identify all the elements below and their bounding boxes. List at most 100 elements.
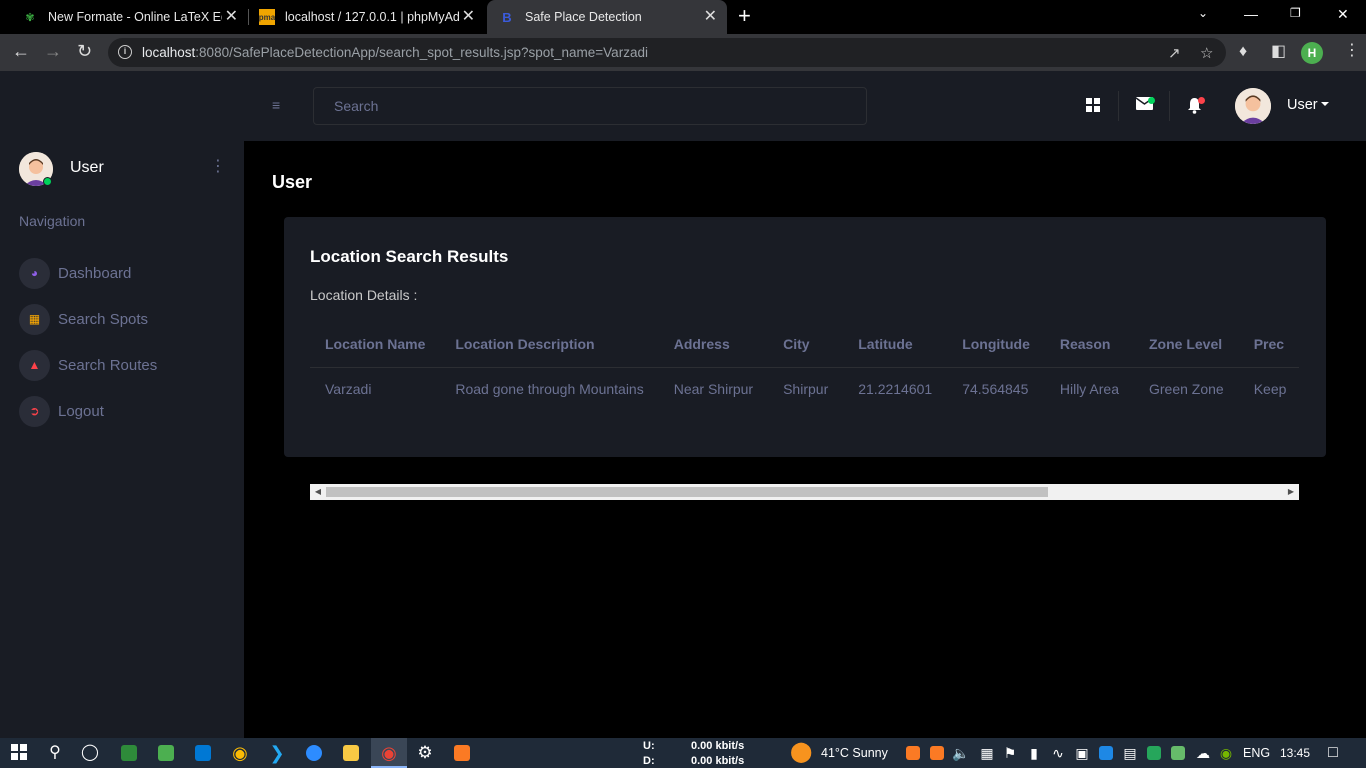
grid-apps-icon[interactable]: [1085, 97, 1101, 117]
column-header: Reason: [1044, 321, 1134, 368]
reload-icon[interactable]: ↻: [77, 41, 92, 61]
table-cell: 74.564845: [962, 380, 1029, 397]
forward-icon[interactable]: →: [44, 41, 62, 61]
scroll-right-icon[interactable]: ▶: [1283, 484, 1299, 500]
windows-start-icon[interactable]: [9, 744, 29, 764]
results-card: Location Search Results Location Details…: [284, 217, 1326, 500]
table-cell: 21.2214601: [858, 380, 933, 397]
results-table: Location Name Location Description Addre…: [310, 321, 1299, 410]
table-cell: Road gone through Mountains: [455, 380, 644, 397]
nvidia-icon[interactable]: ◉: [1216, 744, 1236, 762]
card-description: Location Details :: [310, 287, 418, 303]
page-title: User: [272, 172, 313, 192]
browser-menu-icon[interactable]: ⋮: [1344, 42, 1360, 60]
url-text[interactable]: localhost:8080/SafePlaceDetectionApp/sea…: [142, 45, 648, 60]
volume-icon[interactable]: 🔈: [951, 744, 971, 762]
profile-menu-icon[interactable]: ⋮: [210, 159, 226, 175]
bookmark-star-icon[interactable]: ☆: [1200, 44, 1213, 62]
new-tab-icon[interactable]: +: [738, 5, 751, 27]
chrome-active-icon[interactable]: ◉: [379, 744, 399, 762]
tray-cloud-icon[interactable]: ☁: [1193, 744, 1213, 762]
vscode-icon[interactable]: ❯: [267, 744, 287, 762]
app-icon-green[interactable]: [121, 745, 137, 761]
net-down-label: D:: [643, 755, 655, 767]
column-header: Location Description: [440, 321, 659, 368]
site-info-icon[interactable]: i: [118, 45, 132, 59]
xampp-tray-icon[interactable]: [906, 746, 920, 760]
tab-safe-place-detection[interactable]: B Safe Place Detection ✕: [487, 0, 727, 34]
close-tab-icon[interactable]: ✕: [462, 9, 475, 25]
share-icon[interactable]: ↗: [1168, 44, 1181, 62]
notification-badge: [1198, 97, 1205, 104]
search-field[interactable]: [313, 87, 867, 125]
tab-search-icon[interactable]: ⌄: [1198, 6, 1208, 20]
extensions-icon[interactable]: ♦: [1239, 43, 1247, 61]
sidebar-item-label: Logout: [58, 402, 104, 420]
close-window-icon[interactable]: ✕: [1337, 6, 1349, 23]
tray-camera-icon[interactable]: ▣: [1072, 744, 1092, 762]
column-header: Address: [658, 321, 769, 368]
horizontal-scrollbar[interactable]: ◀ ▶: [310, 484, 1299, 500]
tab-latex-editor[interactable]: ✾ New Formate - Online LaTeX Edit ✕: [12, 0, 248, 34]
sidebar-item-search-routes[interactable]: ▲ Search Routes: [19, 349, 244, 381]
sidebar-item-logout[interactable]: ➲ Logout: [19, 395, 244, 427]
side-panel-icon[interactable]: ◧: [1271, 43, 1286, 61]
close-tab-icon[interactable]: ✕: [225, 9, 238, 25]
tab-title: localhost / 127.0.0.1 | phpMyAdm: [285, 10, 459, 24]
divider: [1118, 91, 1119, 121]
net-up-label: U:: [643, 740, 655, 752]
tray-keyboard-icon[interactable]: ▤: [1120, 744, 1140, 762]
search-icon[interactable]: ⚲: [45, 744, 65, 762]
overleaf-icon: ✾: [25, 11, 35, 24]
results-table-container[interactable]: Location Name Location Description Addre…: [310, 321, 1299, 427]
mail-app-icon[interactable]: [195, 745, 211, 761]
tray-app-icon[interactable]: ▦: [977, 744, 997, 762]
file-explorer-icon[interactable]: [343, 745, 359, 761]
chevron-down-icon[interactable]: [1321, 102, 1329, 106]
mail-badge: [1148, 97, 1155, 104]
app-icon-photos[interactable]: [158, 745, 174, 761]
profile-avatar[interactable]: H: [1301, 42, 1323, 64]
scroll-left-icon[interactable]: ◀: [310, 484, 326, 500]
xampp-icon[interactable]: [454, 745, 470, 761]
back-icon[interactable]: ←: [12, 41, 30, 61]
wifi-icon[interactable]: ∿: [1048, 744, 1068, 762]
column-header: Location Name: [310, 321, 441, 368]
tray-green-icon[interactable]: [1147, 746, 1161, 760]
navigation-title: Navigation: [19, 213, 86, 229]
language-indicator[interactable]: ENG: [1243, 746, 1270, 760]
xampp-tray-icon-2[interactable]: [930, 746, 944, 760]
minimize-icon[interactable]: —: [1244, 6, 1258, 22]
sidebar-item-dashboard[interactable]: ◕ Dashboard: [19, 257, 244, 289]
address-bar[interactable]: i localhost:8080/SafePlaceDetectionApp/s…: [108, 38, 1226, 67]
tray-security-icon[interactable]: ⚑: [1000, 744, 1020, 762]
notifications-icon[interactable]: □: [1323, 744, 1343, 762]
settings-icon[interactable]: ⚙: [415, 744, 435, 762]
navbar-avatar[interactable]: [1235, 88, 1271, 124]
clock[interactable]: 13:45: [1280, 746, 1310, 760]
cortana-icon[interactable]: ◯: [80, 744, 100, 762]
scrollbar-thumb[interactable]: [326, 487, 1048, 497]
card-title: Location Search Results: [310, 247, 509, 266]
top-navbar: ≡ User: [244, 71, 1366, 141]
zoom-icon[interactable]: [306, 745, 322, 761]
tab-phpmyadmin[interactable]: pma localhost / 127.0.0.1 | phpMyAdm ✕: [249, 0, 485, 34]
navbar-username[interactable]: User: [1287, 97, 1318, 113]
tray-photos-icon[interactable]: [1171, 746, 1185, 760]
column-header: Latitude: [843, 321, 948, 368]
menu-toggle-icon[interactable]: ≡: [272, 98, 280, 112]
divider: [1169, 91, 1170, 121]
tray-blue-icon[interactable]: [1099, 746, 1113, 760]
bootstrap-icon: B: [502, 9, 512, 25]
chrome-icon[interactable]: ◉: [230, 744, 250, 762]
search-input[interactable]: [314, 88, 866, 124]
battery-icon[interactable]: ▮: [1024, 744, 1044, 762]
weather-text[interactable]: 41°C Sunny: [821, 746, 888, 760]
speedometer-icon: ◕: [19, 257, 50, 289]
maximize-icon[interactable]: ❐: [1290, 6, 1301, 20]
tab-title: New Formate - Online LaTeX Edit: [48, 10, 222, 24]
close-tab-icon[interactable]: ✕: [704, 9, 717, 25]
logout-icon: ➲: [19, 395, 50, 427]
sidebar-item-search-spots[interactable]: ▦ Search Spots: [19, 303, 244, 335]
sun-weather-icon[interactable]: ⬤: [790, 742, 812, 762]
